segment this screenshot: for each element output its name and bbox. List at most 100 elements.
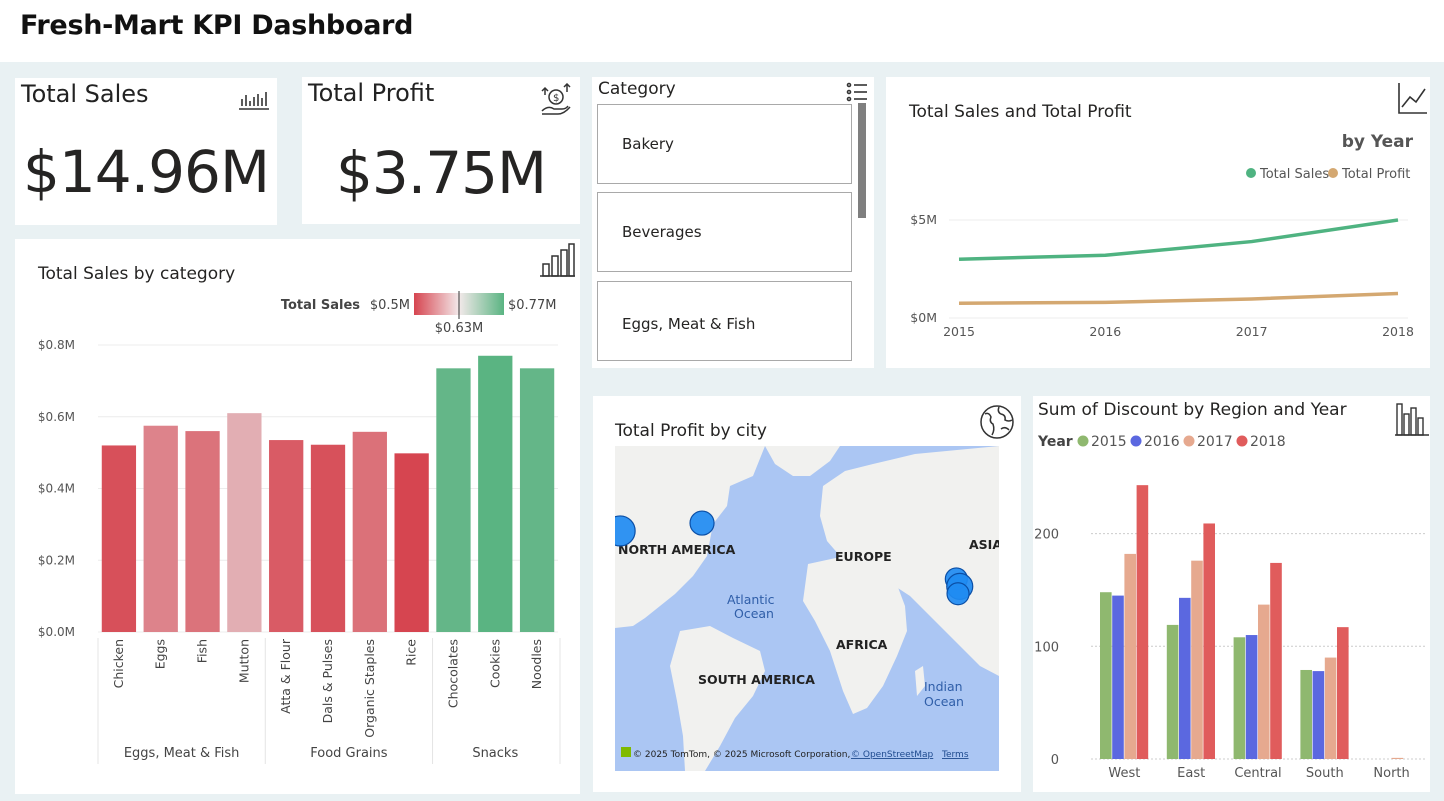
slicer-item-beverages[interactable]: Beverages [597, 192, 852, 272]
line-legend-label: Total Profit [1341, 167, 1410, 182]
profit-by-city-map-card[interactable]: Total Profit by city NORTH AMERICA EUROP… [593, 396, 1021, 792]
discount-legend-marker [1183, 435, 1195, 447]
category-x-label: Noodles [529, 639, 544, 689]
category-bar [436, 368, 471, 632]
title-bar: Fresh-Mart KPI Dashboard [0, 0, 1444, 62]
discount-bar [1179, 597, 1191, 759]
category-bar [185, 431, 220, 632]
category-chart-x-axis: Chicken Eggs Fish Mutton Atta & Flour Dals & … [97, 638, 561, 764]
category-bar [352, 431, 387, 632]
discount-by-region-card[interactable]: Sum of Discount by Region and Year Year 2… [1033, 396, 1430, 792]
map-title: Total Profit by city [615, 421, 767, 441]
kpi-card-total-sales[interactable]: Total Sales $14.96M [15, 78, 277, 225]
category-chart-title: Total Sales by category [37, 264, 235, 284]
globe-icon [980, 405, 1014, 439]
category-x-label: Fish [195, 639, 210, 663]
kpi-value-profit: $3.75M [335, 139, 547, 207]
line-chart-icon [1398, 83, 1427, 114]
discount-chart-grid: 0 100 200 [1034, 528, 1425, 768]
discount-by-region-chart: Sum of Discount by Region and Year Year 2… [1034, 400, 1429, 781]
line-chart-subtitle: by Year [1342, 132, 1414, 152]
category-bar [394, 453, 429, 632]
bar-chart-icon [540, 243, 575, 277]
sales-by-category-card[interactable]: Total Sales by category Total Sales $0.5M… [15, 239, 580, 794]
list-icon[interactable] [846, 81, 868, 103]
map-label-north-america: NORTH AMERICA [618, 542, 736, 557]
slicer-item-eggs-meat-fish[interactable]: Eggs, Meat & Fish [597, 281, 852, 361]
category-y-tick: $0.2M [38, 553, 75, 567]
discount-legend-marker [1236, 435, 1248, 447]
line-series-total-profit [958, 291, 1399, 306]
category-bar [519, 368, 555, 632]
map-label-indian-2: Ocean [924, 694, 964, 709]
map-label-europe: EUROPE [835, 549, 892, 564]
category-bar [227, 413, 262, 632]
page-title: Fresh-Mart KPI Dashboard [20, 10, 414, 41]
slicer-item-bakery[interactable]: Bakery [597, 104, 852, 184]
line-chart-legend: Total Sales Total Profit [1246, 167, 1410, 182]
bar-chart-icon [239, 92, 269, 110]
discount-bar [1300, 669, 1312, 759]
line-legend-marker [1246, 168, 1256, 178]
sales-profit-line-chart: Total Sales and Total Profit by Year Tot… [908, 83, 1427, 339]
discount-legend-marker [1077, 435, 1089, 447]
category-legend-min: $0.5M [370, 298, 410, 313]
map-label-atlantic-1: Atlantic [727, 592, 775, 607]
discount-x-tick: South [1306, 766, 1344, 781]
line-chart-title: Total Sales and Total Profit [908, 102, 1132, 122]
map-label-africa: AFRICA [836, 637, 888, 652]
discount-bar [1100, 592, 1112, 759]
discount-bar [1312, 671, 1325, 759]
category-x-label: Organic Staples [362, 639, 377, 738]
category-bar [269, 440, 304, 632]
map-label-asia: ASIA [969, 537, 999, 552]
discount-bar [1136, 485, 1149, 759]
discount-bar [1191, 560, 1203, 759]
category-x-label: Cookies [487, 639, 502, 688]
kpi-card-total-profit[interactable]: Total Profit $ $3.75M [302, 77, 580, 224]
slicer-scrollbar[interactable] [858, 103, 866, 218]
category-chart-legend: Total Sales $0.5M $0.77M $0.63M [281, 291, 556, 336]
map-label-south-america: SOUTH AMERICA [698, 672, 815, 687]
discount-legend-label: 2016 [1144, 434, 1180, 450]
discount-legend-marker [1130, 435, 1142, 447]
discount-x-tick: North [1373, 766, 1409, 781]
line-series-total-sales [958, 218, 1399, 261]
discount-bar [1112, 595, 1124, 759]
svg-text:$: $ [553, 93, 559, 104]
category-bar [101, 445, 137, 632]
map-canvas[interactable]: NORTH AMERICA EUROPE ASIA AFRICA SOUTH A… [615, 446, 999, 771]
line-x-tick: 2015 [943, 324, 975, 339]
line-x-tick: 2018 [1382, 324, 1414, 339]
discount-chart-title: Sum of Discount by Region and Year [1038, 400, 1347, 420]
line-legend-marker [1328, 168, 1338, 178]
discount-chart-x-axis: West East Central South North [1108, 766, 1409, 781]
line-y-tick: $0M [910, 310, 937, 325]
category-slicer[interactable]: Category Bakery Beverages Eggs, Meat & F… [592, 77, 874, 368]
discount-x-tick: Central [1234, 766, 1281, 781]
discount-legend-label: 2018 [1250, 434, 1286, 450]
category-y-tick: $0.8M [38, 338, 75, 352]
discount-chart-bars [1100, 485, 1404, 759]
map-label-atlantic-2: Ocean [734, 606, 774, 621]
discount-bar [1245, 635, 1258, 759]
slicer-title: Category [598, 79, 676, 99]
sales-by-category-chart: Total Sales by category Total Sales $0.5M… [37, 243, 575, 764]
category-chart-bars [101, 355, 555, 632]
sales-profit-line-card[interactable]: Total Sales and Total Profit by Year Tot… [886, 77, 1430, 368]
category-x-label: Eggs [153, 639, 168, 669]
discount-bar [1203, 523, 1215, 759]
category-group-label: Snacks [472, 746, 518, 761]
discount-legend-label: 2015 [1091, 434, 1127, 450]
map-label-indian-1: Indian [924, 679, 963, 694]
line-chart-series [958, 218, 1399, 306]
category-x-label: Chicken [111, 639, 126, 688]
microsoft-logo-icon [621, 747, 631, 757]
category-group-label: Eggs, Meat & Fish [124, 746, 240, 761]
column-chart-icon [1395, 403, 1429, 436]
discount-legend-label: 2017 [1197, 434, 1233, 450]
category-x-label: Rice [404, 639, 419, 666]
discount-bar [1324, 657, 1337, 759]
line-legend-label: Total Sales [1259, 167, 1329, 182]
map-bubble-east-coast-city [689, 510, 715, 536]
